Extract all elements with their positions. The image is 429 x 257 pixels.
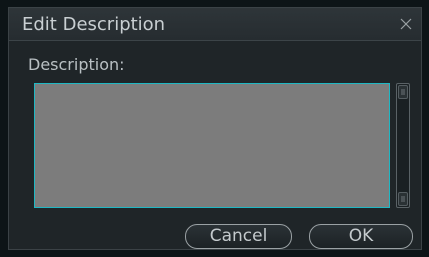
dialog-title: Edit Description xyxy=(22,14,166,35)
description-scrollbar[interactable] xyxy=(396,83,410,208)
dialog-titlebar: Edit Description xyxy=(9,8,421,41)
ok-button[interactable]: OK xyxy=(309,224,413,249)
scroll-up-button[interactable] xyxy=(398,85,408,99)
edit-description-dialog: Edit Description Description: Cancel OK xyxy=(8,7,422,250)
scroll-down-button[interactable] xyxy=(398,192,408,206)
description-label: Description: xyxy=(28,55,125,74)
description-textarea[interactable] xyxy=(34,83,390,208)
close-icon[interactable] xyxy=(397,15,415,33)
cancel-button[interactable]: Cancel xyxy=(185,224,292,249)
